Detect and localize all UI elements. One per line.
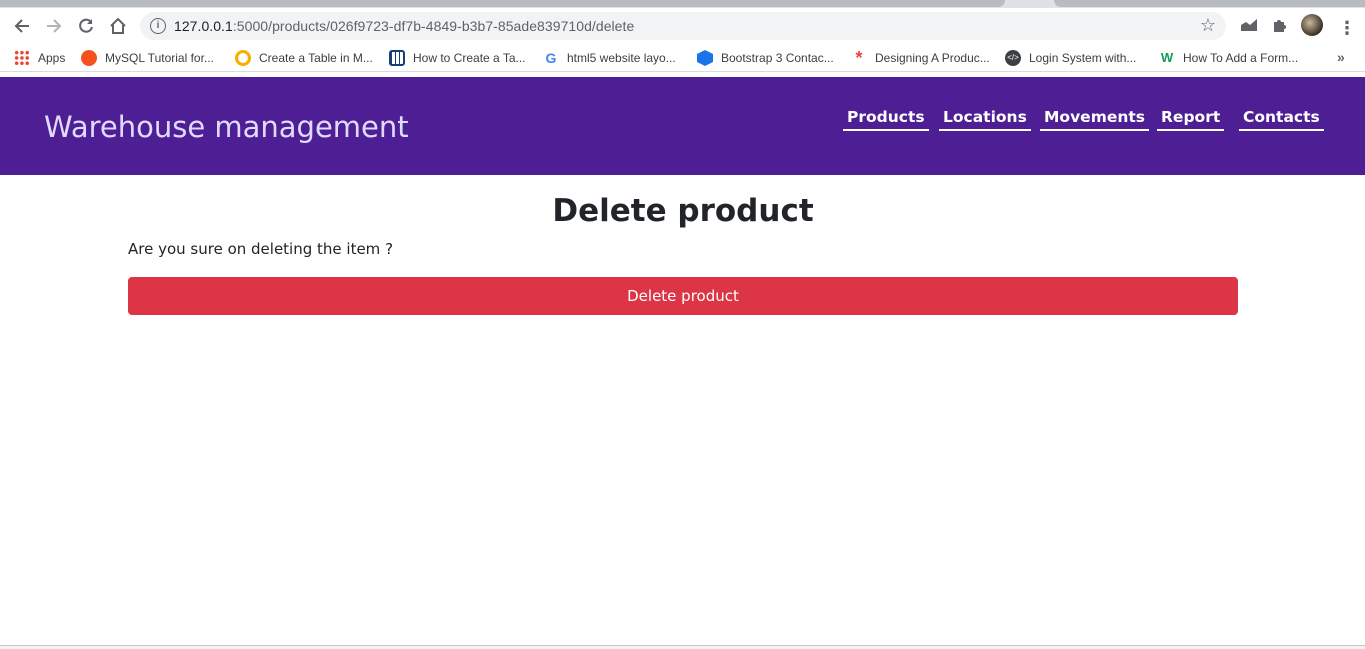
back-icon[interactable]	[8, 12, 36, 40]
tab-bar-left[interactable]	[0, 0, 1005, 7]
bookmark-how-to-create[interactable]: How to Create a Ta...	[389, 50, 526, 66]
window-bottom-edge	[0, 645, 1365, 649]
bookmark-create-table[interactable]: Create a Table in M...	[235, 50, 373, 66]
bookmarks-bar: Apps MySQL Tutorial for... Create a Tabl…	[0, 44, 1365, 72]
hexagon-icon	[697, 50, 713, 66]
tab-strip	[0, 0, 1365, 8]
site-title[interactable]: Warehouse management	[44, 110, 409, 144]
mysql-tutorial-icon	[81, 50, 97, 66]
home-icon[interactable]	[104, 12, 132, 40]
code-icon: </>	[1005, 50, 1021, 66]
reload-icon[interactable]	[72, 12, 100, 40]
w-logo-icon: W	[1160, 50, 1174, 65]
site-header: Warehouse management Products Locations …	[0, 77, 1365, 175]
page-title: Delete product	[552, 193, 814, 229]
tab-bar-right[interactable]	[1054, 0, 1365, 7]
extensions-puzzle-icon[interactable]	[1271, 18, 1287, 39]
bookmark-label: How To Add a Form...	[1183, 51, 1299, 65]
bookmark-apps[interactable]: Apps	[14, 50, 65, 66]
analytics-extension-icon[interactable]	[1240, 18, 1258, 37]
bookmark-html5[interactable]: G html5 website layo...	[543, 50, 676, 66]
browser-toolbar: i 127.0.0.1:5000/products/026f9723-df7b-…	[0, 8, 1365, 44]
url-host: 127.0.0.1	[174, 18, 233, 34]
table-grid-icon	[389, 50, 405, 66]
profile-avatar[interactable]	[1301, 14, 1323, 36]
apps-grid-icon	[14, 50, 30, 66]
asterisk-icon: *	[855, 48, 863, 68]
bookmark-label: How to Create a Ta...	[413, 51, 526, 65]
browser-menu-icon[interactable]: ⋮	[1338, 18, 1356, 39]
address-bar[interactable]: i 127.0.0.1:5000/products/026f9723-df7b-…	[140, 12, 1226, 40]
url-path: :5000/products/026f9723-df7b-4849-b3b7-8…	[232, 18, 635, 34]
bookmark-label: Create a Table in M...	[259, 51, 373, 65]
delete-product-button[interactable]: Delete product	[128, 277, 1238, 315]
bookmark-label: html5 website layo...	[567, 51, 676, 65]
bookmark-label: Apps	[38, 51, 66, 65]
nav-contacts[interactable]: Contacts	[1239, 108, 1324, 131]
bookmark-login-system[interactable]: </> Login System with...	[1005, 50, 1136, 66]
bookmark-label: Login System with...	[1029, 51, 1137, 65]
bookmark-add-form[interactable]: W How To Add a Form...	[1159, 50, 1298, 66]
google-icon: G	[545, 50, 557, 66]
nav-locations[interactable]: Locations	[939, 108, 1031, 131]
nav-report[interactable]: Report	[1157, 108, 1225, 131]
bookmark-bootstrap[interactable]: Bootstrap 3 Contac...	[697, 50, 834, 66]
forward-icon[interactable]	[40, 12, 68, 40]
url-text[interactable]: 127.0.0.1:5000/products/026f9723-df7b-48…	[174, 18, 634, 34]
nav-products[interactable]: Products	[843, 108, 929, 131]
bookmark-mysql[interactable]: MySQL Tutorial for...	[81, 50, 214, 66]
search-magnifier-icon	[235, 50, 251, 66]
chevron-more-icon[interactable]: »	[1337, 49, 1345, 65]
site-info-icon[interactable]: i	[150, 18, 166, 34]
bookmark-label: Bootstrap 3 Contac...	[721, 51, 834, 65]
bookmark-label: Designing A Produc...	[875, 51, 990, 65]
bookmark-star-icon[interactable]: ☆	[1200, 15, 1216, 36]
bookmark-designing[interactable]: * Designing A Produc...	[851, 48, 990, 68]
nav-movements[interactable]: Movements	[1040, 108, 1150, 131]
confirm-message: Are you sure on deleting the item ?	[128, 240, 394, 258]
bookmark-label: MySQL Tutorial for...	[105, 51, 214, 65]
